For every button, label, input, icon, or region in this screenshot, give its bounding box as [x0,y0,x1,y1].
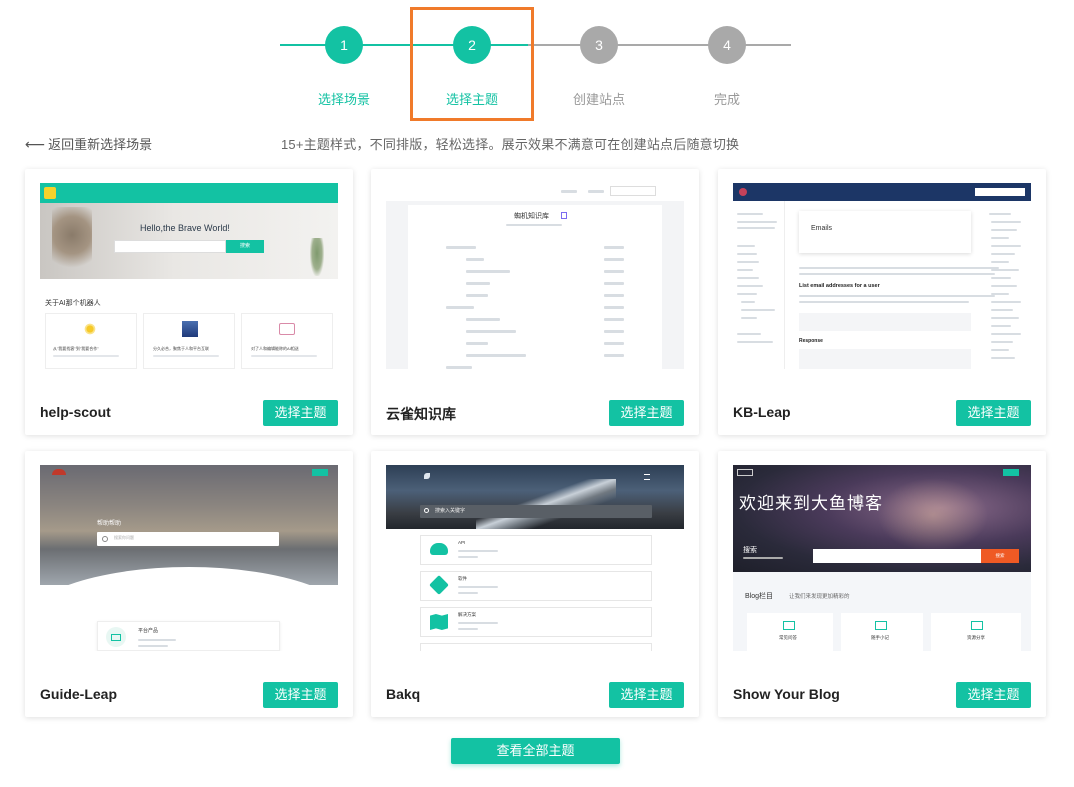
section-title: 关于AI那个机器人 [45,300,101,307]
step-label: 创建站点 [572,92,625,107]
select-theme-button[interactable]: 选择主题 [956,400,1031,426]
list-title: 平台产品 [138,628,159,634]
back-link-label: 返回重新选择场景 [48,137,153,152]
map-icon [430,614,448,630]
folder-icon [783,621,795,630]
logo-icon [44,187,56,199]
folder-icon [875,621,887,630]
select-theme-button[interactable]: 选择主题 [263,682,338,708]
card-text: 分久必合，聚焦于人和平台互联 [153,346,209,351]
card-footer: Show Your Blog 选择主题 [733,682,1031,708]
step-3: 3 创建站点 [539,26,659,108]
select-theme-button[interactable]: 选择主题 [956,682,1031,708]
hero-search-placeholder: 搜索你问题 [114,535,134,540]
back-to-scene-link[interactable]: ⟵ 返回重新选择场景 [25,134,152,153]
logo-icon [424,473,430,479]
city-image-icon [182,321,198,337]
view-all-themes-button[interactable]: 查看全部主题 [451,738,620,764]
theme-name: Guide-Leap [40,686,118,702]
list-item-title: 软件 [458,576,467,581]
card-footer: help-scout 选择主题 [40,400,338,426]
step-label: 选择场景 [317,92,370,107]
theme-preview: 蜘机知识库 [386,183,684,369]
theme-card-kb-leap[interactable]: Emails List email addresses for a user R… [718,169,1046,435]
category-label: 资源分享 [967,635,985,640]
theme-card-help-scout[interactable]: Hello,the Brave World! 搜索 关于AI那个机器人 从"我要… [25,169,353,435]
theme-preview: 帮助帮助 搜索你问题 平台产品 [40,465,338,651]
theme-preview: 搜索入关键字 API 软件 解决方案 [386,465,684,651]
card-text: 从"我要找客"到"我要合作" [53,346,99,351]
preview-section: Response [799,338,823,344]
card-footer: Bakq 选择主题 [386,682,684,708]
arrow-left-icon: ⟵ [25,136,46,152]
theme-name: help-scout [40,404,111,420]
card-footer: KB-Leap 选择主题 [733,400,1031,426]
theme-preview: Emails List email addresses for a user R… [733,183,1031,369]
search-icon [424,508,429,513]
logo-icon [739,188,747,196]
search-icon [102,536,108,542]
category-label: 常见问答 [779,635,797,640]
select-theme-button[interactable]: 选择主题 [609,400,684,426]
theme-name: Show Your Blog [733,686,840,702]
hero-title: 欢迎来到大鱼博客 [739,494,883,514]
section-title: Blog栏目 [745,593,774,600]
hero-search-button: 搜索 [226,240,264,253]
page-subtitle: 15+主题样式，不同排版，轻松选择。展示效果不满意可在创建站点后随意切换 [281,137,740,152]
theme-card-show-your-blog[interactable]: 欢迎来到大鱼博客 搜索 搜索 Blog栏目 让我们来发现更加精彩的 常见问答 随… [718,451,1046,717]
theme-name: Bakq [386,686,421,702]
kb-title: 蜘机知识库 [514,213,549,220]
theme-name: 云雀知识库 [386,406,456,422]
step-1: 1 选择场景 [284,26,404,108]
hero-search-label: 搜索 [743,547,757,554]
sun-icon [84,323,96,335]
theme-card-yuque[interactable]: 蜘机知识库 云雀知识库 选择主题 [371,169,699,435]
select-theme-button[interactable]: 选择主题 [609,682,684,708]
hero-title: Hello,the Brave World! [140,223,230,233]
progress-stepper: 1 选择场景 2 选择主题 3 创建站点 4 完成 [0,0,1074,130]
theme-name: KB-Leap [733,404,791,420]
theme-preview: 欢迎来到大鱼博客 搜索 搜索 Blog栏目 让我们来发现更加精彩的 常见问答 随… [733,465,1031,651]
hero-search-button: 搜索 [981,549,1019,563]
cloud-download-icon [430,543,448,555]
step-number: 1 [325,26,363,64]
logo-icon [737,469,753,476]
card-text: 对了人和编辑能称的AI相送 [251,346,299,351]
step-4: 4 完成 [667,26,787,108]
step-number: 3 [580,26,618,64]
hero-title: 帮助帮助 [97,521,122,527]
category-label: 随手小记 [871,635,889,640]
theme-card-bakq[interactable]: 搜索入关键字 API 软件 解决方案 Bakq 选择主题 [371,451,699,717]
hero-search-placeholder: 搜索入关键字 [435,508,466,514]
list-item-title: 解决方案 [458,612,476,617]
folder-icon [971,621,983,630]
kb-book-icon [561,212,567,219]
theme-preview: Hello,the Brave World! 搜索 关于AI那个机器人 从"我要… [40,183,338,369]
current-step-highlight [410,7,534,121]
preview-heading: List email addresses for a user [799,283,880,289]
menu-icon [644,474,650,480]
logo-icon [52,469,66,475]
theme-card-guide-leap[interactable]: 帮助帮助 搜索你问题 平台产品 Guide-Leap 选择主题 [25,451,353,717]
step-label: 完成 [713,92,740,107]
select-theme-button[interactable]: 选择主题 [263,400,338,426]
book-icon [279,323,295,335]
card-footer: 云雀知识库 选择主题 [386,400,684,426]
preview-card-title: Emails [811,225,833,232]
step-number: 4 [708,26,746,64]
section-desc: 让我们来发现更加精彩的 [789,594,850,600]
list-item-title: API [458,540,466,545]
card-footer: Guide-Leap 选择主题 [40,682,338,708]
